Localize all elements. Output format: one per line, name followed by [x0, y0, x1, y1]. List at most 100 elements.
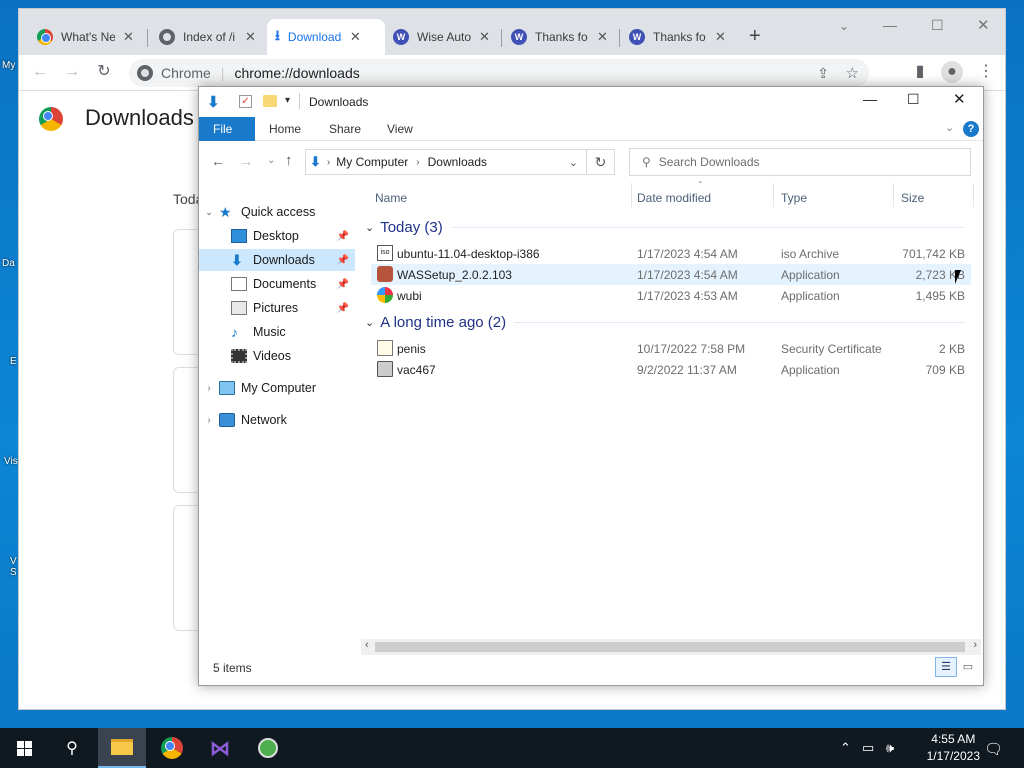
close-icon[interactable]: ✕ — [123, 29, 134, 45]
new-tab-button[interactable]: + — [749, 25, 761, 48]
search-box[interactable]: ⚲ Search Downloads — [629, 148, 971, 176]
forward-button[interactable]: → — [61, 61, 83, 83]
details-view-icon[interactable]: ☰ — [935, 657, 957, 677]
file-row[interactable]: penis 10/17/2022 7:58 PM Security Certif… — [371, 338, 971, 359]
start-button[interactable] — [0, 728, 48, 768]
tab-search-icon[interactable]: ⌄ — [839, 19, 849, 33]
tab-file[interactable]: File — [199, 117, 255, 141]
close-icon[interactable]: ✕ — [479, 29, 490, 45]
close-icon[interactable]: ✕ — [350, 29, 361, 45]
group-header-long-ago[interactable]: ⌄ A long time ago (2) — [365, 314, 965, 331]
close-window-button[interactable]: ✕ — [977, 16, 990, 34]
desktop-icon-label[interactable]: Vis — [4, 456, 18, 467]
address-dropdown-icon[interactable]: ⌄ — [569, 156, 578, 169]
pin-icon[interactable]: 📌 — [337, 303, 349, 314]
help-icon[interactable]: ? — [963, 121, 979, 137]
close-icon[interactable]: ✕ — [715, 29, 726, 45]
picture-icon — [231, 301, 247, 315]
tray-chevron-up-icon[interactable]: ⌃ — [840, 740, 851, 756]
tab-home[interactable]: Home — [255, 117, 315, 141]
forward-button[interactable]: → — [239, 153, 253, 169]
column-header-size[interactable]: Size — [901, 187, 924, 209]
nav-downloads[interactable]: ⬇ Downloads 📌 — [199, 249, 355, 271]
network-tray-icon[interactable]: ▭ — [862, 740, 874, 756]
profile-icon[interactable]: ● — [941, 61, 963, 83]
file-row[interactable]: iso ubuntu-11.04-desktop-i386 1/17/2023 … — [371, 243, 971, 264]
scroll-thumb[interactable] — [375, 642, 965, 652]
back-button[interactable]: ← — [211, 153, 225, 169]
scroll-left-icon[interactable]: ‹ — [365, 639, 369, 651]
column-header-name[interactable]: Name — [375, 187, 407, 209]
quick-access-toolbar-dropdown[interactable]: ▾ — [285, 95, 290, 106]
properties-icon[interactable]: ✓ — [239, 95, 252, 108]
reload-button[interactable]: ↻ — [93, 61, 115, 83]
up-button[interactable]: ↑ — [285, 152, 293, 169]
breadcrumb-my-computer[interactable]: My Computer — [336, 155, 408, 169]
nav-my-computer[interactable]: › My Computer — [199, 377, 355, 399]
column-header-type[interactable]: Type — [781, 187, 807, 209]
nav-desktop[interactable]: Desktop 📌 — [199, 225, 355, 247]
large-icons-view-icon[interactable]: ▭ — [959, 659, 977, 675]
address-bar[interactable]: Chrome | chrome://downloads ⇪ ☆ — [129, 59, 869, 87]
menu-icon[interactable]: ⋮ — [975, 61, 997, 83]
file-row[interactable]: vac467 9/2/2022 11:37 AM Application 709… — [371, 359, 971, 380]
column-header-date[interactable]: Date modified — [637, 187, 711, 209]
group-header-today[interactable]: ⌄ Today (3) — [365, 219, 965, 236]
horizontal-scrollbar[interactable]: ‹ › — [361, 639, 981, 655]
clock-date: 1/17/2023 — [926, 749, 980, 763]
minimize-button[interactable]: — — [863, 91, 877, 107]
notification-icon[interactable]: 🗨 — [984, 740, 1003, 758]
nav-pictures[interactable]: Pictures 📌 — [199, 297, 355, 319]
back-button[interactable]: ← — [29, 61, 51, 83]
tab-thanks-1[interactable]: W Thanks fo ✕ — [503, 19, 616, 55]
scroll-right-icon[interactable]: › — [973, 639, 977, 651]
tab-whats-new[interactable]: What's New ✕ — [29, 19, 142, 55]
close-icon[interactable]: ✕ — [245, 29, 256, 45]
nav-network[interactable]: › Network — [199, 409, 355, 431]
close-button[interactable]: ✕ — [953, 90, 966, 108]
side-panel-icon[interactable]: ▮ — [909, 61, 931, 83]
bookmark-star-icon[interactable]: ☆ — [846, 64, 859, 82]
pin-icon[interactable]: 📌 — [337, 255, 349, 266]
desktop-icon-label[interactable]: V S — [10, 556, 18, 578]
nav-music[interactable]: ♪ Music — [199, 321, 355, 343]
tab-thanks-2[interactable]: W Thanks fo ✕ — [621, 19, 734, 55]
volume-icon[interactable]: 🕪 — [886, 740, 894, 756]
nav-videos[interactable]: Videos — [199, 345, 355, 367]
ribbon-expand-icon[interactable]: ⌄ — [945, 121, 954, 134]
search-icon: ⚲ — [642, 155, 651, 169]
file-row[interactable]: WASSetup_2.0.2.103 1/17/2023 4:54 AM App… — [371, 264, 971, 285]
minimize-button[interactable]: — — [883, 17, 897, 33]
nav-documents[interactable]: Documents 📌 — [199, 273, 355, 295]
maximize-button[interactable]: ☐ — [907, 91, 920, 108]
tab-share[interactable]: Share — [315, 117, 375, 141]
desktop-icon-label[interactable]: My — [2, 60, 15, 71]
search-button[interactable]: ⚲ — [48, 728, 96, 768]
tab-downloads[interactable]: ⭳ Downloads ✕ — [267, 19, 385, 55]
file-row[interactable]: wubi 1/17/2023 4:53 AM Application 1,495… — [371, 285, 971, 306]
system-clock[interactable]: 4:55 AM 1/17/2023 — [927, 731, 980, 765]
pin-icon[interactable]: 📌 — [337, 279, 349, 290]
taskbar-visual-studio[interactable]: ⋈ — [196, 728, 244, 768]
breadcrumb-downloads[interactable]: Downloads — [428, 155, 487, 169]
refresh-button[interactable]: ↻ — [587, 149, 615, 175]
tab-wise-auto[interactable]: W Wise Auto ✕ — [385, 19, 498, 55]
new-folder-icon[interactable] — [263, 95, 277, 107]
recent-locations-icon[interactable]: ⌄ — [267, 155, 275, 166]
pin-icon[interactable]: 📌 — [337, 231, 349, 242]
tab-view[interactable]: View — [373, 117, 427, 141]
close-icon[interactable]: ✕ — [597, 29, 608, 45]
chevron-right-icon[interactable]: › — [199, 415, 219, 426]
tab-index-of[interactable]: Index of /i ✕ — [151, 19, 264, 55]
desktop-icon-label[interactable]: E — [10, 356, 17, 367]
chevron-right-icon[interactable]: › — [199, 383, 219, 394]
nav-quick-access[interactable]: ⌄ ★ Quick access — [199, 201, 355, 223]
taskbar-wise-app[interactable] — [244, 728, 292, 768]
desktop-icon-label[interactable]: Da — [2, 258, 15, 269]
taskbar-file-explorer[interactable] — [98, 728, 146, 768]
chevron-down-icon[interactable]: ⌄ — [199, 207, 219, 218]
share-icon[interactable]: ⇪ — [817, 65, 829, 82]
taskbar-chrome[interactable] — [148, 728, 196, 768]
address-bar[interactable]: ⬇ › My Computer › Downloads ⌄ — [305, 149, 587, 175]
maximize-button[interactable]: ☐ — [931, 17, 944, 34]
